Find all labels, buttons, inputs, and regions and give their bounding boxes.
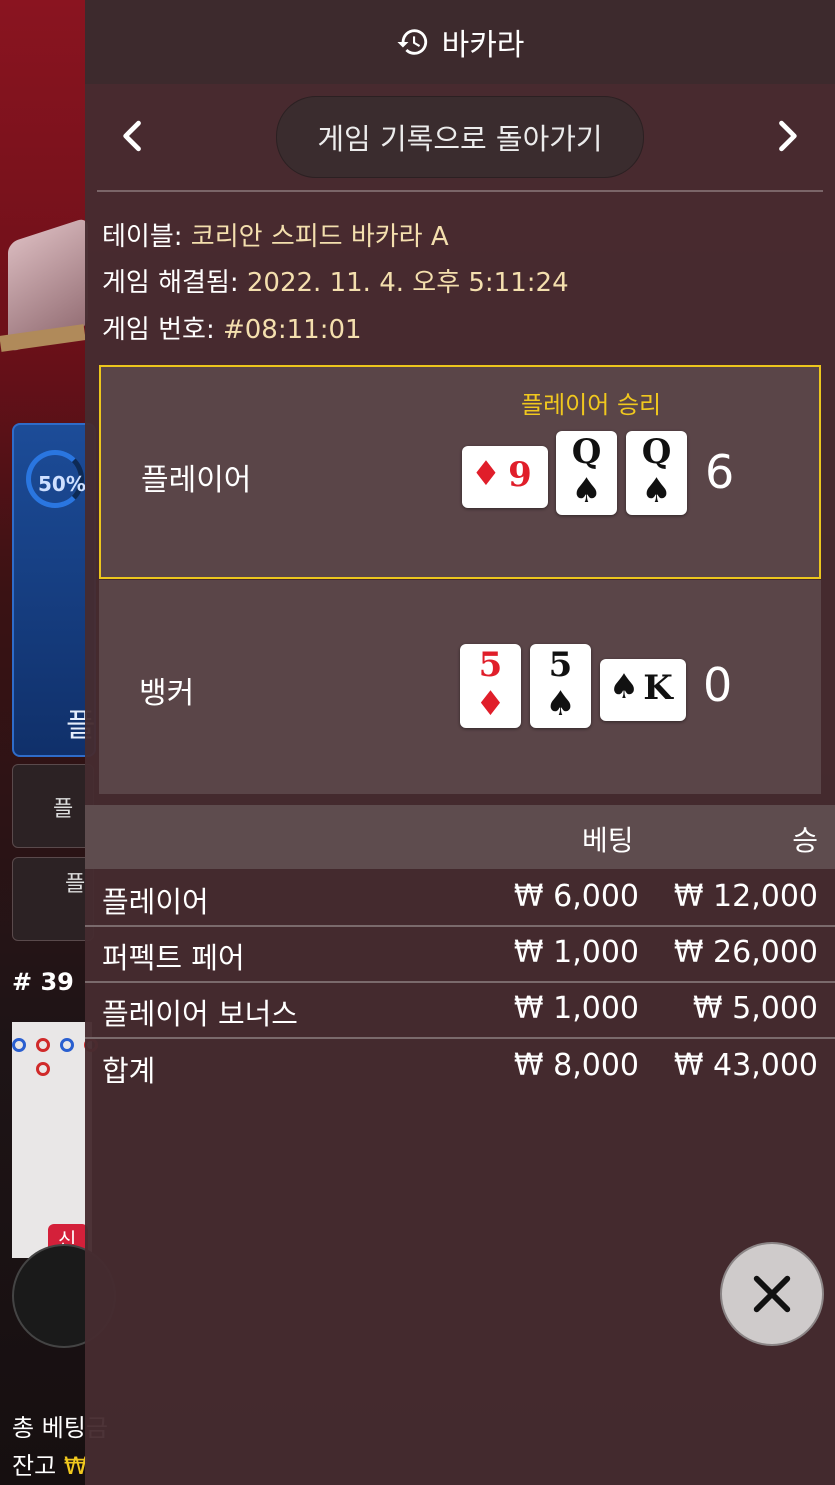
side-bet-button-1[interactable]: 플 [12, 764, 94, 848]
side-bet-label: 플 [65, 872, 86, 897]
history-nav: 게임 기록으로 돌아가기 [85, 96, 835, 180]
resolved-label: 게임 해결됨: [102, 268, 239, 298]
side-bet-button-2[interactable]: 플 [12, 857, 94, 941]
playing-card: ♦ 9 [462, 446, 548, 508]
winner-label: 플레이어 승리 [521, 391, 662, 419]
table-row: 퍼펙트 페어 ₩ 1,000 ₩ 26,000 [85, 927, 835, 983]
table-value: 코리안 스피드 바카라 A [190, 222, 449, 252]
playing-card: ♠ K [600, 659, 686, 721]
game-number-label: 게임 번호: [102, 315, 215, 345]
win-column-header: 승 [792, 824, 818, 857]
player-score: 6 [705, 445, 735, 499]
bet-progress-text: 50% [38, 472, 86, 496]
balance-label: 잔고 ₩ [12, 1452, 88, 1480]
resolved-info: 게임 해결됨: 2022. 11. 4. 오후 5:11:24 [102, 262, 569, 299]
history-icon [397, 29, 427, 55]
bet-column-header: 베팅 [582, 824, 634, 857]
chevron-right-icon[interactable] [765, 114, 809, 158]
game-history-panel: 바카라 게임 기록으로 돌아가기 테이블: 코리안 스피드 바카라 A 게임 해… [85, 0, 835, 1485]
total-row: 합계 ₩ 8,000 ₩ 43,000 [102, 1048, 818, 1088]
close-button[interactable] [720, 1242, 824, 1346]
banker-score: 0 [703, 658, 733, 712]
table-info: 테이블: 코리안 스피드 바카라 A [102, 216, 449, 253]
back-to-history-button[interactable]: 게임 기록으로 돌아가기 [276, 96, 644, 178]
table-row: 플레이어 보너스 ₩ 1,000 ₩ 5,000 [85, 983, 835, 1039]
table-row: 플레이어 ₩ 6,000 ₩ 12,000 [85, 871, 835, 927]
chevron-left-icon[interactable] [111, 114, 155, 158]
table-label: 테이블: [102, 222, 183, 252]
playing-card: 5 ♠ [530, 644, 591, 728]
bets-table-header: 베팅 승 [85, 805, 835, 869]
resolved-value: 2022. 11. 4. 오후 5:11:24 [246, 268, 569, 298]
bead-road [12, 1022, 98, 1258]
player-result-box: 플레이어 승리 플레이어 ♦ 9 Q ♠ Q ♠ 6 [99, 365, 821, 579]
close-icon [753, 1275, 791, 1313]
playing-card: Q ♠ [556, 431, 617, 515]
player-name: 플레이어 [141, 463, 252, 498]
round-number: # 39 [12, 968, 74, 996]
banker-name: 뱅커 [139, 676, 195, 711]
playing-card: Q ♠ [626, 431, 687, 515]
game-number-value: #08:11:01 [222, 315, 362, 345]
divider [97, 190, 823, 192]
panel-header: 바카라 [85, 0, 835, 84]
panel-title: 바카라 [441, 28, 525, 63]
game-number-info: 게임 번호: #08:11:01 [102, 309, 362, 346]
playing-card: 5 ♦ [460, 644, 521, 728]
side-bet-label: 플 [53, 797, 74, 822]
banker-result-box: 뱅커 5 ♦ 5 ♠ ♠ K 0 [99, 580, 821, 794]
